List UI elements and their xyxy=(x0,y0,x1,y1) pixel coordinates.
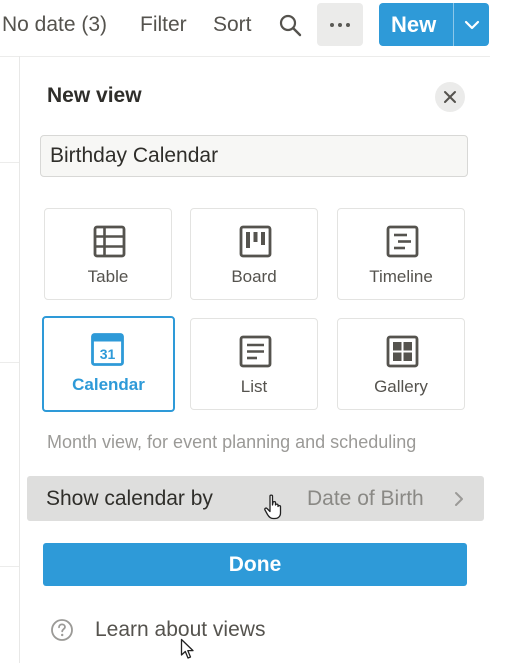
show-calendar-by-row[interactable]: Show calendar by Date of Birth xyxy=(27,476,484,521)
board-icon xyxy=(239,225,272,258)
search-icon[interactable] xyxy=(278,13,302,37)
close-button[interactable] xyxy=(435,82,465,112)
view-type-label: Gallery xyxy=(374,377,428,396)
list-icon xyxy=(239,335,272,368)
view-type-board[interactable]: Board xyxy=(190,208,318,300)
view-type-label: Board xyxy=(231,267,277,286)
calendar-icon: 31 xyxy=(91,333,124,366)
calendar-icon-text: 31 xyxy=(100,346,116,362)
show-calendar-by-value: Date of Birth xyxy=(307,487,424,510)
arrow-cursor-icon xyxy=(180,638,194,659)
view-type-gallery[interactable]: Gallery xyxy=(337,318,465,410)
done-button[interactable]: Done xyxy=(43,543,467,586)
chevron-right-icon xyxy=(455,492,463,506)
filter-button[interactable]: Filter xyxy=(140,12,187,38)
view-type-calendar[interactable]: 31 Calendar xyxy=(42,316,175,412)
view-type-label: List xyxy=(240,377,268,396)
no-date-button[interactable]: No date (3) xyxy=(2,12,107,38)
chevron-down-icon[interactable] xyxy=(461,14,483,36)
divider xyxy=(0,162,20,163)
view-type-list[interactable]: List xyxy=(190,318,318,410)
divider xyxy=(0,362,20,363)
new-button[interactable]: New xyxy=(379,3,489,46)
database-toolbar: No date (3) Filter Sort New xyxy=(0,0,524,56)
hand-cursor-icon xyxy=(264,494,282,520)
view-type-label: Table xyxy=(87,267,129,286)
view-name-input[interactable] xyxy=(40,135,468,177)
close-icon xyxy=(444,91,456,103)
sort-button[interactable]: Sort xyxy=(213,12,252,38)
new-button-divider xyxy=(453,3,454,46)
new-button-label: New xyxy=(391,12,437,37)
help-circle-icon xyxy=(51,619,73,641)
view-type-table[interactable]: Table xyxy=(44,208,172,300)
show-calendar-by-label: Show calendar by xyxy=(46,487,213,510)
view-type-label: Calendar xyxy=(72,375,145,394)
view-type-timeline[interactable]: Timeline xyxy=(337,208,465,300)
background-page xyxy=(0,56,20,663)
divider xyxy=(0,566,20,567)
panel-title: New view xyxy=(47,84,142,107)
view-description: Month view, for event planning and sched… xyxy=(47,432,417,452)
table-icon xyxy=(93,225,126,258)
more-horizontal-icon[interactable] xyxy=(317,3,363,46)
gallery-icon xyxy=(386,335,419,368)
new-view-panel: New view Table Board xyxy=(20,57,490,663)
timeline-icon xyxy=(386,225,419,258)
view-type-label: Timeline xyxy=(369,267,433,286)
